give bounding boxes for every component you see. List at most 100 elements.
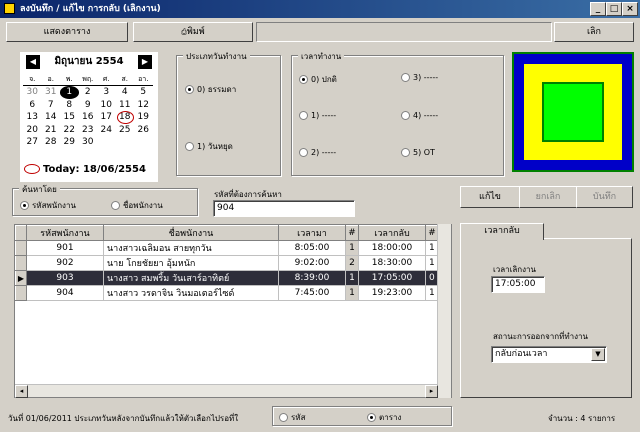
col-header-in-count[interactable]: # (345, 225, 359, 241)
cell-time-out[interactable]: 17:05:00 (358, 270, 426, 286)
col-header-time-in[interactable]: เวลามา (278, 225, 346, 241)
day-type-normal-radio[interactable]: 0) ธรรมดา (185, 83, 236, 96)
edit-button[interactable]: แก้ไข (460, 186, 520, 208)
work-time-3-radio[interactable]: 3) ----- (401, 73, 438, 82)
cell-in-count[interactable]: 2 (345, 255, 359, 271)
calendar-day[interactable]: 6 (23, 99, 42, 112)
print-button[interactable]: ⎙พิมพ์ (133, 22, 253, 42)
search-by-name-radio[interactable]: ชื่อพนักงาน (111, 199, 163, 212)
calendar-day[interactable]: 30 (23, 86, 42, 99)
cell-code[interactable]: 902 (26, 255, 104, 271)
cell-time-out[interactable]: 18:00:00 (358, 240, 426, 256)
cell-time-in[interactable]: 8:39:00 (278, 270, 346, 286)
grid-vertical-scrollbar[interactable] (437, 224, 451, 398)
calendar-day[interactable]: 16 (79, 111, 98, 124)
cell-code[interactable]: 904 (26, 285, 104, 301)
cell-in-count[interactable]: 1 (345, 285, 359, 301)
exit-button[interactable]: เลิก (554, 22, 634, 42)
calendar-day[interactable]: 21 (42, 124, 61, 137)
calendar-day[interactable]: 15 (60, 111, 79, 124)
cell-time-in[interactable]: 7:45:00 (278, 285, 346, 301)
table-row[interactable]: 902 นาย โกยชัยยา อุ้มหนัก 9:02:00 2 18:30:00… (15, 255, 439, 271)
calendar-day[interactable]: 3 (97, 86, 116, 99)
cell-name[interactable]: นางสาว วรดาจิน วินมอเตอร์ไซด์ (103, 285, 279, 301)
work-time-5-radio[interactable]: 5) OT (401, 148, 435, 157)
calendar-day[interactable]: 29 (60, 136, 79, 149)
day-type-holiday-radio[interactable]: 1) วันหยุด (185, 140, 233, 153)
after-save-table-radio[interactable]: ตาราง (367, 411, 401, 424)
cell-code[interactable]: 901 (26, 240, 104, 256)
calendar-day[interactable]: 8 (60, 99, 79, 112)
calendar-day[interactable]: 28 (42, 136, 61, 149)
leave-status-select[interactable]: กลับก่อนเวลา ▼ (491, 346, 607, 363)
calendar-day[interactable]: 27 (23, 136, 42, 149)
row-header[interactable]: ▶ (15, 270, 27, 286)
row-header[interactable] (15, 285, 27, 301)
cell-name[interactable]: นางสาว สมพริ้ม วันเสาร์อาทิตย์ (103, 270, 279, 286)
cell-time-in[interactable]: 9:02:00 (278, 255, 346, 271)
grid-horizontal-scrollbar[interactable]: ◂ ▸ (15, 384, 438, 398)
calendar-day[interactable]: 14 (42, 111, 61, 124)
show-table-button[interactable]: แสดงตาราง (6, 22, 128, 42)
search-input[interactable]: 904 (213, 200, 355, 217)
save-button[interactable]: บันทึก (576, 186, 633, 208)
calendar-day[interactable]: 17 (97, 111, 116, 124)
work-time-2-radio[interactable]: 2) ----- (299, 148, 336, 157)
table-row[interactable]: 904 นางสาว วรดาจิน วินมอเตอร์ไซด์ 7:45:00 1… (15, 285, 439, 301)
calendar-day[interactable]: 20 (23, 124, 42, 137)
scroll-left-icon[interactable]: ◂ (15, 385, 28, 398)
next-month-button[interactable]: ▶ (138, 55, 152, 69)
col-header-code[interactable]: รหัสพนักงาน (26, 225, 104, 241)
row-header[interactable] (15, 240, 27, 256)
prev-month-button[interactable]: ◀ (26, 55, 40, 69)
calendar-day[interactable]: 10 (97, 99, 116, 112)
table-row[interactable]: 901 นางสาวเฉลิมอน สายทุกวัน 8:05:00 1 18:00:… (15, 240, 439, 256)
calendar-day[interactable]: 23 (79, 124, 98, 137)
chevron-down-icon[interactable]: ▼ (591, 348, 605, 361)
work-time-1-radio[interactable]: 1) ----- (299, 111, 336, 120)
minimize-button[interactable]: _ (590, 2, 606, 16)
attendance-grid[interactable]: รหัสพนักงาน ชื่อพนักงาน เวลามา # เวลากลั… (14, 224, 452, 398)
calendar-day[interactable]: 26 (134, 124, 153, 137)
col-header-name[interactable]: ชื่อพนักงาน (103, 225, 279, 241)
cancel-button[interactable]: ยกเลิก (519, 186, 577, 208)
calendar[interactable]: ◀ มิถุนายน 2554 ▶ จ. อ. พ. พฤ. ศ. ส. อา. 30 31 1… (20, 52, 158, 182)
today-link[interactable]: Today: 18/06/2554 (24, 164, 146, 175)
calendar-day[interactable]: 4 (116, 86, 135, 99)
cell-time-out[interactable]: 18:30:00 (358, 255, 426, 271)
calendar-day[interactable]: 1 (60, 86, 79, 99)
scroll-right-icon[interactable]: ▸ (425, 385, 438, 398)
after-save-code-radio[interactable]: รหัส (279, 411, 305, 424)
calendar-day[interactable]: 22 (60, 124, 79, 137)
maximize-button[interactable]: □ (606, 2, 622, 16)
tab-finish-time[interactable]: เวลากลับ (460, 223, 544, 240)
cell-name[interactable]: นางสาวเฉลิมอน สายทุกวัน (103, 240, 279, 256)
cell-name[interactable]: นาย โกยชัยยา อุ้มหนัก (103, 255, 279, 271)
calendar-day[interactable]: 18 (116, 111, 135, 124)
cell-in-count[interactable]: 1 (345, 240, 359, 256)
col-header-time-out[interactable]: เวลากลับ (358, 225, 426, 241)
row-header[interactable] (15, 255, 27, 271)
calendar-day[interactable]: 11 (116, 99, 135, 112)
calendar-day[interactable]: 12 (134, 99, 153, 112)
cell-time-out[interactable]: 19:23:00 (358, 285, 426, 301)
table-row[interactable]: ▶ 903 นางสาว สมพริ้ม วันเสาร์อาทิตย์ 8:39:0… (15, 270, 439, 286)
calendar-day[interactable]: 24 (97, 124, 116, 137)
calendar-day[interactable]: 30 (79, 136, 98, 149)
cell-time-in[interactable]: 8:05:00 (278, 240, 346, 256)
work-time-0-radio[interactable]: 0) ปกติ (299, 73, 337, 86)
calendar-day[interactable]: 2 (79, 86, 98, 99)
calendar-day[interactable]: 25 (116, 124, 135, 137)
calendar-day[interactable]: 7 (42, 99, 61, 112)
calendar-day[interactable]: 19 (134, 111, 153, 124)
cell-code[interactable]: 903 (26, 270, 104, 286)
work-time-4-radio[interactable]: 4) ----- (401, 111, 438, 120)
cell-in-count[interactable]: 1 (345, 270, 359, 286)
calendar-day[interactable]: 5 (134, 86, 153, 99)
calendar-day[interactable]: 31 (42, 86, 61, 99)
calendar-day[interactable]: 13 (23, 111, 42, 124)
calendar-day[interactable]: 9 (79, 99, 98, 112)
finish-time-input[interactable]: 17:05:00 (491, 276, 545, 293)
search-by-code-radio[interactable]: รหัสพนักงาน (20, 199, 76, 212)
close-button[interactable]: × (622, 2, 638, 16)
